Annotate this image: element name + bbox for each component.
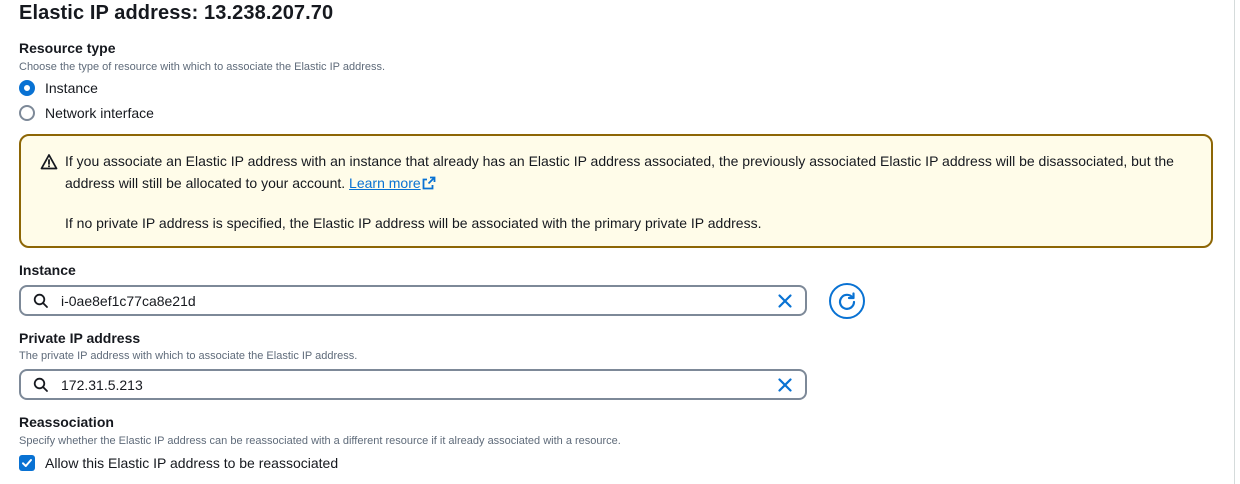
reassociation-label: Reassociation xyxy=(19,414,114,430)
close-icon[interactable] xyxy=(777,293,793,309)
radio-network-interface[interactable]: Network interface xyxy=(19,104,154,122)
instance-value[interactable]: i-0ae8ef1c77ca8e21d xyxy=(61,293,196,309)
search-icon xyxy=(33,377,48,392)
external-link-icon[interactable] xyxy=(422,176,436,190)
radio-instance-label: Instance xyxy=(45,80,98,96)
resource-type-label: Resource type xyxy=(19,40,116,56)
search-icon xyxy=(33,293,48,308)
alert-paragraph-1: If you associate an Elastic IP address w… xyxy=(65,150,1175,194)
reassociation-description: Specify whether the Elastic IP address c… xyxy=(19,435,621,447)
radio-button-selected[interactable] xyxy=(19,80,35,96)
radio-network-interface-label: Network interface xyxy=(45,105,154,121)
radio-button[interactable] xyxy=(19,105,35,121)
page-title: Elastic IP address: 13.238.207.70 xyxy=(19,2,334,24)
checkmark-icon xyxy=(22,459,32,467)
private-ip-value[interactable]: 172.31.5.213 xyxy=(61,377,143,393)
alert-line1: If you associate an Elastic IP address w… xyxy=(65,153,1174,191)
alert-text: If you associate an Elastic IP address w… xyxy=(65,150,1175,234)
reassociate-checkbox-row[interactable]: Allow this Elastic IP address to be reas… xyxy=(19,455,338,471)
radio-instance[interactable]: Instance xyxy=(19,79,98,97)
resource-type-description: Choose the type of resource with which t… xyxy=(19,61,386,73)
instance-search-input[interactable]: i-0ae8ef1c77ca8e21d xyxy=(19,285,807,316)
private-ip-search-input[interactable]: 172.31.5.213 xyxy=(19,369,807,400)
warning-alert: If you associate an Elastic IP address w… xyxy=(19,134,1213,248)
private-ip-description: The private IP address with which to ass… xyxy=(19,350,358,362)
alert-line2: If no private IP address is specified, t… xyxy=(65,215,762,231)
refresh-icon xyxy=(838,292,856,310)
warning-icon xyxy=(40,154,58,170)
refresh-button[interactable] xyxy=(829,283,865,319)
reassociate-checkbox[interactable] xyxy=(19,455,35,471)
instance-label: Instance xyxy=(19,262,76,278)
learn-more-link[interactable]: Learn more xyxy=(349,175,421,191)
reassociate-checkbox-label: Allow this Elastic IP address to be reas… xyxy=(45,455,339,471)
private-ip-label: Private IP address xyxy=(19,330,141,346)
close-icon[interactable] xyxy=(777,377,793,393)
